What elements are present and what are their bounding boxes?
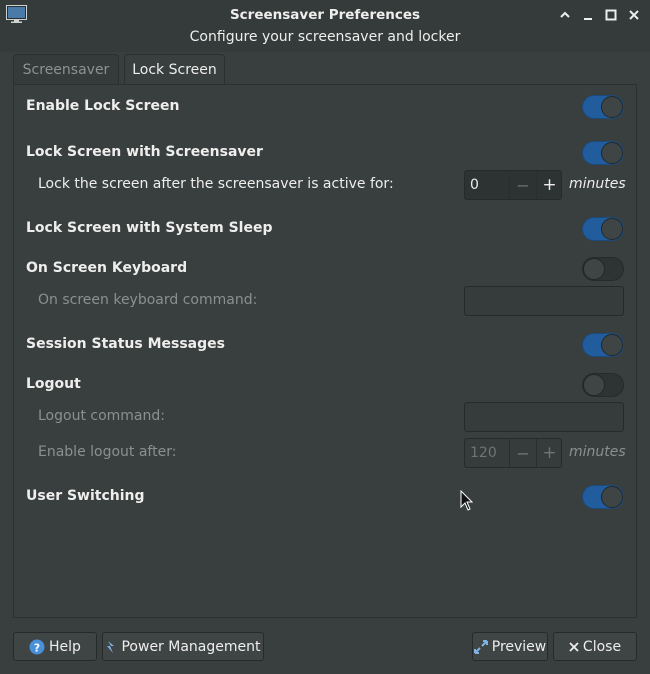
shade-button[interactable] bbox=[555, 5, 575, 25]
logout-after-label: Enable logout after: bbox=[38, 444, 177, 460]
osk-command-label: On screen keyboard command: bbox=[38, 292, 258, 308]
close-window-button[interactable] bbox=[624, 5, 644, 25]
logout-command-label: Logout command: bbox=[38, 408, 165, 424]
tab-lock-screen[interactable]: Lock Screen bbox=[124, 54, 225, 84]
logout-after-value[interactable]: 120 bbox=[470, 445, 497, 461]
user-switching-switch[interactable] bbox=[582, 485, 624, 509]
switch-knob bbox=[601, 142, 623, 164]
power-icon bbox=[105, 639, 117, 655]
help-icon: ? bbox=[29, 639, 45, 655]
lock-after-value[interactable]: 0 bbox=[470, 177, 479, 193]
session-status-switch[interactable] bbox=[582, 333, 624, 357]
help-button-label: Help bbox=[49, 638, 81, 655]
switch-knob bbox=[601, 486, 623, 508]
session-status-label: Session Status Messages bbox=[26, 336, 225, 352]
enable-lock-screen-switch[interactable] bbox=[582, 95, 624, 119]
tab-screensaver[interactable]: Screensaver bbox=[13, 54, 119, 84]
lock-with-sleep-switch[interactable] bbox=[582, 217, 624, 241]
svg-text:?: ? bbox=[34, 641, 40, 654]
lock-after-unit: minutes bbox=[569, 176, 626, 192]
close-icon bbox=[629, 10, 639, 20]
switch-knob bbox=[583, 374, 605, 396]
preview-button-label: Preview bbox=[491, 638, 547, 655]
switch-knob bbox=[583, 258, 605, 280]
osk-command-input[interactable] bbox=[464, 286, 624, 316]
increment-button[interactable]: + bbox=[536, 439, 562, 467]
lock-after-spinbutton[interactable]: 0 − + bbox=[464, 170, 562, 200]
maximize-button[interactable] bbox=[601, 5, 621, 25]
help-button[interactable]: ? Help bbox=[13, 632, 97, 661]
decrement-button[interactable]: − bbox=[509, 171, 536, 199]
close-button-label: Close bbox=[582, 638, 622, 655]
window-title: Screensaver Preferences bbox=[229, 7, 421, 23]
enable-lock-screen-label: Enable Lock Screen bbox=[26, 98, 180, 114]
decrement-button[interactable]: − bbox=[509, 439, 536, 467]
mouse-pointer-icon bbox=[460, 490, 474, 511]
user-switching-label: User Switching bbox=[26, 488, 145, 504]
power-management-button[interactable]: Power Management bbox=[102, 632, 264, 661]
switch-knob bbox=[601, 96, 623, 118]
osk-switch[interactable] bbox=[582, 257, 624, 281]
minimize-button[interactable] bbox=[578, 5, 598, 25]
close-icon bbox=[569, 641, 579, 652]
switch-knob bbox=[601, 218, 623, 240]
logout-after-unit: minutes bbox=[569, 444, 626, 460]
logout-after-spinbutton[interactable]: 120 − + bbox=[464, 438, 562, 468]
switch-knob bbox=[601, 334, 623, 356]
lock-with-screensaver-label: Lock Screen with Screensaver bbox=[26, 144, 263, 160]
window-subtitle: Configure your screensaver and locker bbox=[189, 29, 461, 45]
close-button[interactable]: Close bbox=[553, 632, 637, 661]
preview-button[interactable]: Preview bbox=[472, 632, 548, 661]
title-bar: Screensaver Preferences Configure your s… bbox=[0, 0, 650, 52]
logout-command-input[interactable] bbox=[464, 402, 624, 432]
logout-switch[interactable] bbox=[582, 373, 624, 397]
maximize-icon bbox=[605, 9, 617, 21]
osk-label: On Screen Keyboard bbox=[26, 260, 188, 276]
increment-button[interactable]: + bbox=[536, 171, 562, 199]
minimize-icon bbox=[584, 18, 592, 20]
fullscreen-icon bbox=[473, 639, 488, 654]
lock-with-sleep-label: Lock Screen with System Sleep bbox=[26, 220, 273, 236]
logout-label: Logout bbox=[26, 376, 81, 392]
chevron-up-icon bbox=[560, 11, 570, 18]
lock-after-label: Lock the screen after the screensaver is… bbox=[38, 176, 394, 192]
power-management-button-label: Power Management bbox=[121, 638, 261, 655]
lock-with-screensaver-switch[interactable] bbox=[582, 141, 624, 165]
